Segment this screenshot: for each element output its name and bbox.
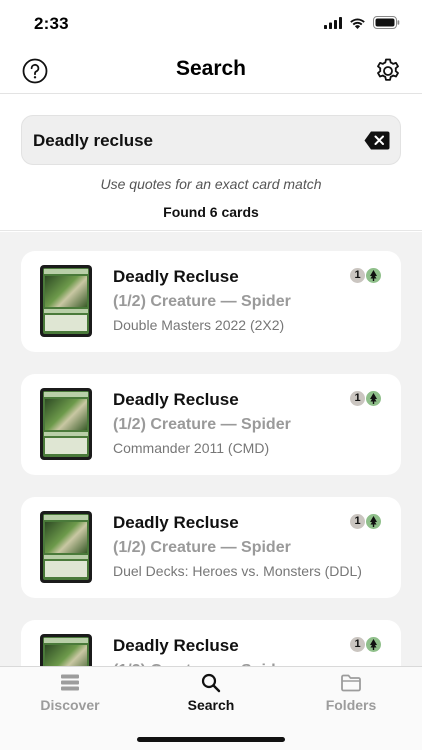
green-mana-icon — [366, 268, 381, 283]
home-indicator — [137, 737, 285, 742]
list-item[interactable]: Deadly Recluse (1/2) Creature — Spider D… — [21, 251, 401, 352]
list-item[interactable]: Deadly Recluse (1/2) Creature — Spider 1 — [21, 620, 401, 666]
list-item[interactable]: Deadly Recluse (1/2) Creature — Spider D… — [21, 497, 401, 598]
list-item[interactable]: Deadly Recluse (1/2) Creature — Spider C… — [21, 374, 401, 475]
card-type: (1/2) Creature — Spider — [113, 539, 291, 556]
card-image — [40, 634, 92, 666]
card-name: Deadly Recluse — [113, 390, 239, 409]
result-count: Found 6 cards — [163, 204, 259, 220]
status-time: 2:33 — [34, 14, 69, 33]
mana-cost: 1 — [350, 514, 381, 529]
search-input[interactable]: Deadly recluse — [21, 115, 401, 165]
status-icons — [324, 16, 400, 29]
card-name: Deadly Recluse — [113, 636, 239, 655]
green-mana-icon — [366, 637, 381, 652]
card-type: (1/2) Creature — Spider — [113, 416, 291, 433]
tab-label: Folders — [325, 697, 377, 713]
card-name: Deadly Recluse — [113, 513, 239, 532]
mana-cost: 1 — [350, 268, 381, 283]
card-type: (1/2) Creature — Spider — [113, 293, 291, 310]
card-set: Double Masters 2022 (2X2) — [113, 317, 285, 333]
wifi-icon — [350, 18, 365, 29]
page-title: Search — [175, 57, 247, 80]
card-image — [40, 265, 92, 337]
mana-cost: 1 — [350, 637, 381, 652]
card-set: Commander 2011 (CMD) — [113, 440, 270, 456]
card-set: Duel Decks: Heroes vs. Monsters (DDL) — [113, 563, 362, 579]
tab-search[interactable]: Search — [151, 673, 271, 713]
tab-folders[interactable]: Folders — [291, 673, 411, 713]
generic-mana-icon: 1 — [350, 391, 365, 406]
green-mana-icon — [366, 391, 381, 406]
generic-mana-icon: 1 — [350, 268, 365, 283]
results-list[interactable]: Deadly Recluse (1/2) Creature — Spider D… — [0, 232, 422, 666]
clear-icon[interactable] — [364, 131, 390, 150]
tab-discover[interactable]: Discover — [10, 673, 130, 713]
card-name: Deadly Recluse — [113, 267, 239, 286]
battery-icon — [373, 16, 400, 29]
search-input-value[interactable]: Deadly recluse — [33, 131, 153, 151]
tab-label: Discover — [40, 697, 100, 713]
tab-label: Search — [187, 697, 235, 713]
search-icon — [201, 673, 221, 693]
card-image — [40, 511, 92, 583]
search-area: Deadly recluse Use quotes for an exact c… — [0, 95, 422, 231]
mana-cost: 1 — [350, 391, 381, 406]
nav-bar: Search — [0, 48, 422, 94]
folder-icon — [341, 674, 361, 692]
card-image — [40, 388, 92, 460]
discover-icon — [61, 674, 79, 691]
generic-mana-icon: 1 — [350, 637, 365, 652]
gear-icon[interactable] — [374, 57, 402, 85]
search-hint: Use quotes for an exact card match — [100, 176, 322, 192]
green-mana-icon — [366, 514, 381, 529]
status-bar: 2:33 — [0, 0, 422, 48]
signal-icon — [324, 16, 342, 29]
generic-mana-icon: 1 — [350, 514, 365, 529]
